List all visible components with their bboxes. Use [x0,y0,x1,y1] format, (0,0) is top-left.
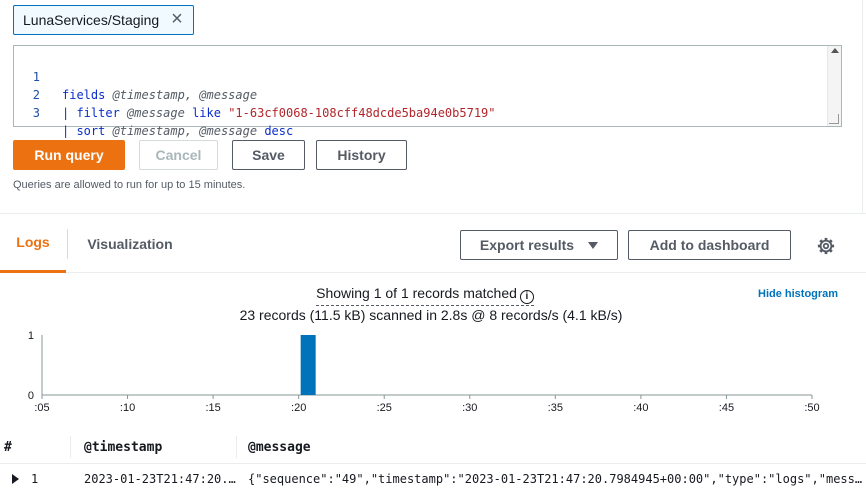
column-header-number[interactable]: # [4,430,12,464]
histogram-bar[interactable] [300,335,316,395]
save-button[interactable]: Save [232,140,305,170]
table-header: # @timestamp @message [0,430,866,464]
table-row[interactable]: 1 2023-01-23T21:47:20.… {"sequence":"49"… [0,465,866,493]
x-tick-label: :50 [804,402,819,414]
cancel-button[interactable]: Cancel [139,140,218,170]
code-pipe: | [62,106,77,120]
x-tick-label: :30 [462,402,477,414]
row-timestamp: 2023-01-23T21:47:20.… [84,472,236,486]
x-tick-label: :35 [548,402,563,414]
row-message: {"sequence":"49","timestamp":"2023-01-23… [248,472,862,486]
code-keyword: fields [62,88,106,102]
x-tick-label: :45 [719,402,734,414]
column-header-timestamp[interactable]: @timestamp [84,430,162,464]
editor-line: 3 | sort @timestamp, @message desc [14,86,293,138]
query-timeout-hint: Queries are allowed to run for up to 15 … [13,179,246,191]
run-query-button[interactable]: Run query [13,140,125,170]
tab-logs[interactable]: Logs [0,214,66,273]
results-tabbar: Logs Visualization Export results Add to… [0,213,866,273]
info-icon: i [519,290,534,304]
records-matched-text: Showing 1 of 1 records matched [316,285,517,301]
caret-down-icon [588,241,599,249]
export-results-button[interactable]: Export results [460,230,618,260]
x-tick-label: :40 [633,402,648,414]
code-keyword: filter [76,106,120,120]
add-to-dashboard-button[interactable]: Add to dashboard [628,230,791,260]
editor-line: 1 fields @timestamp, @message [14,50,257,102]
line-number: 3 [32,106,40,120]
histogram-chart: 0 1 :05 :10 :15 :20 :25 :30 :35 :40 :45 :50 [28,330,820,414]
code-field: @timestamp, @message [105,124,265,138]
x-tick-label: :20 [291,402,306,414]
panel-right-border [862,0,863,213]
column-divider [70,436,71,458]
code-fields: @timestamp, @message [105,88,258,102]
history-button[interactable]: History [316,140,407,170]
close-icon[interactable]: × [168,9,186,29]
code-operator: like [192,106,221,120]
y-tick-label: 0 [28,390,34,402]
export-results-label: Export results [479,237,575,253]
column-divider [236,436,237,458]
log-group-chip[interactable]: LunaServices/Staging × [13,5,194,35]
scroll-up-icon[interactable] [831,48,839,53]
x-tick-label: :05 [34,402,49,414]
records-matched: Showing 1 of 1 records matched i [0,285,866,306]
x-tick-label: :15 [205,402,220,414]
row-number: 1 [31,472,39,486]
records-matched-tooltip-trigger[interactable]: Showing 1 of 1 records matched i [316,285,534,306]
tab-visualization[interactable]: Visualization [68,214,192,273]
column-header-message[interactable]: @message [248,430,311,464]
editor-line: 2 | filter @message like "1-63cf0068-108… [14,68,496,120]
code-string: "1-63cf0068-108cff48dcde5ba94e0b5719" [220,106,496,120]
expand-row-icon[interactable] [12,474,19,484]
hide-histogram-link[interactable]: Hide histogram [758,288,838,300]
query-editor[interactable]: 1 fields @timestamp, @message 2 | filter… [13,45,842,138]
code-keyword: sort [76,124,106,138]
x-tick-label: :25 [377,402,392,414]
code-pipe: | [62,124,77,138]
resize-handle[interactable] [829,114,839,124]
gear-icon[interactable] [817,237,835,255]
code-operator: desc [264,124,294,138]
y-tick-label: 1 [28,330,34,342]
x-tick-label: :10 [120,402,135,414]
code-field: @message [119,106,193,120]
log-group-label: LunaServices/Staging [23,12,160,28]
